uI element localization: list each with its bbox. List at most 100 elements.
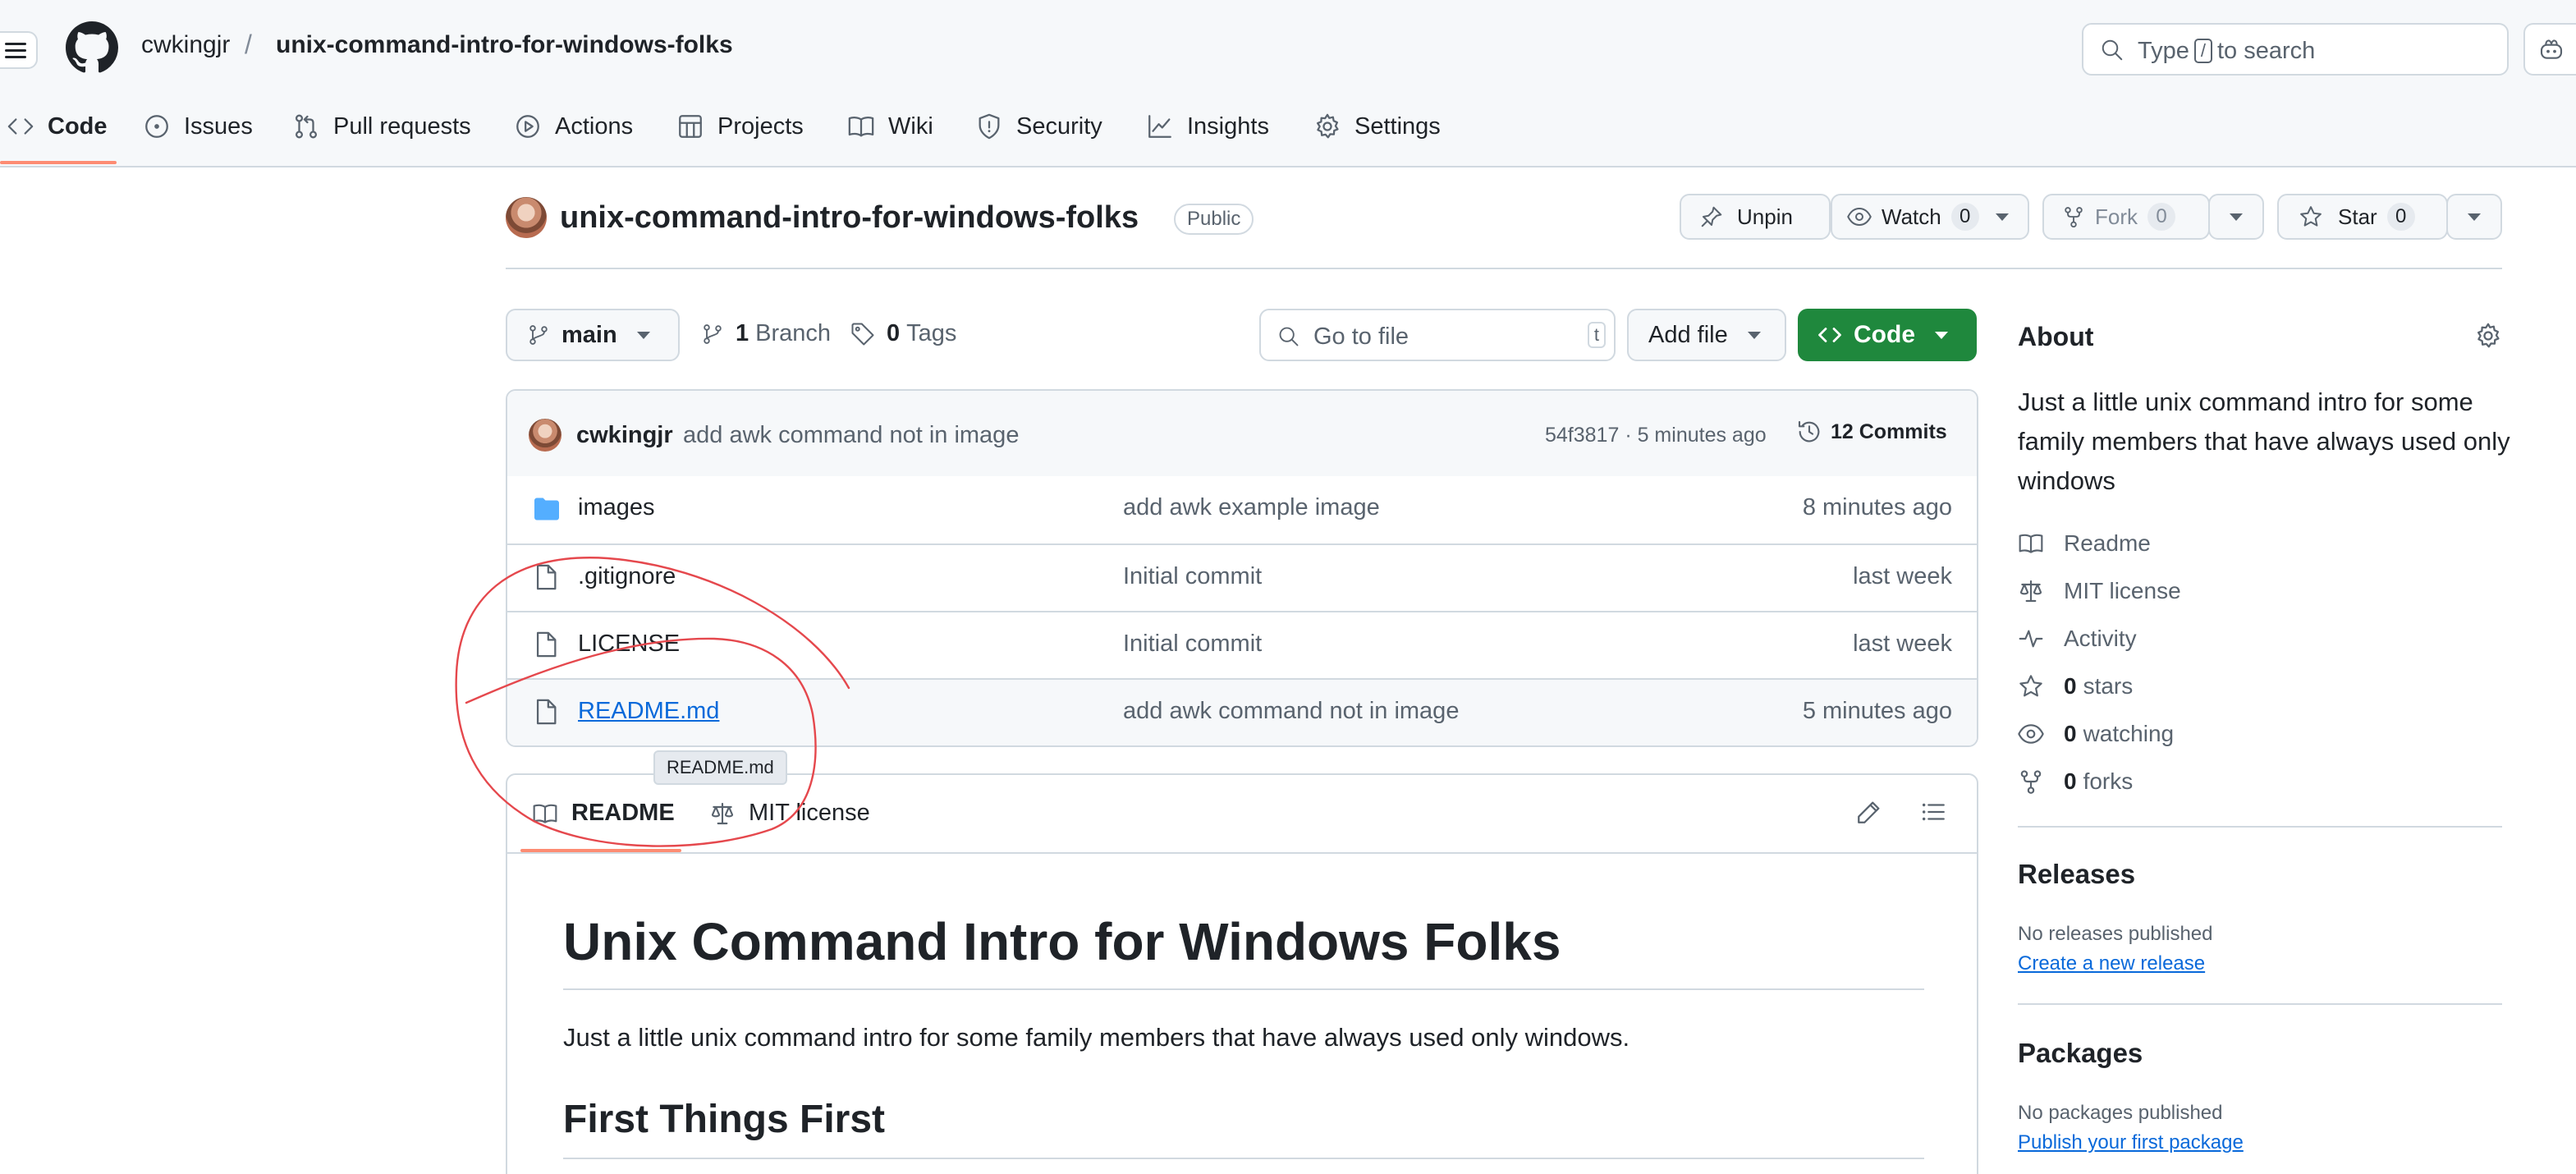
- commit-author-avatar[interactable]: [529, 419, 561, 452]
- forks-link[interactable]: 0 forks: [2018, 768, 2133, 795]
- file-commit-message[interactable]: add awk example image: [1123, 494, 1380, 521]
- tab-issues[interactable]: Issues: [143, 108, 253, 144]
- active-tab-indicator: [520, 849, 681, 852]
- commits-count: 12 Commits: [1831, 420, 1947, 443]
- file-name[interactable]: LICENSE: [578, 631, 680, 658]
- branch-selector[interactable]: main: [506, 309, 680, 361]
- tab-code[interactable]: Code: [7, 108, 108, 144]
- github-logo-icon[interactable]: [66, 21, 118, 74]
- tab-license[interactable]: MIT license: [709, 800, 870, 827]
- commit-sha-time[interactable]: 54f3817 · 5 minutes ago: [1545, 424, 1767, 447]
- commit-author[interactable]: cwkingjr: [576, 422, 673, 449]
- table-row[interactable]: .gitignore Initial commit last week: [507, 543, 1977, 611]
- owner-avatar[interactable]: [506, 197, 547, 238]
- branch-count: 1: [736, 320, 749, 346]
- file-date: 5 minutes ago: [1802, 698, 1952, 724]
- divider: [2018, 1003, 2502, 1005]
- stars-link[interactable]: 0 stars: [2018, 673, 2133, 699]
- tag-count: 0: [887, 320, 901, 346]
- activity-link[interactable]: Activity: [2018, 626, 2137, 652]
- tab-insights-label: Insights: [1187, 112, 1269, 140]
- tab-security[interactable]: Security: [975, 108, 1102, 144]
- activity-link-label: Activity: [2064, 626, 2137, 651]
- divider: [506, 268, 2502, 269]
- releases-heading[interactable]: Releases: [2018, 859, 2135, 890]
- tab-issues-label: Issues: [184, 112, 253, 140]
- tab-settings[interactable]: Settings: [1313, 108, 1441, 144]
- tab-projects-label: Projects: [717, 112, 804, 140]
- star-button[interactable]: Star 0: [2277, 194, 2448, 240]
- stars-count: 0: [2064, 673, 2077, 699]
- file-commit-message[interactable]: add awk command not in image: [1123, 698, 1459, 725]
- star-dropdown-button[interactable]: [2446, 194, 2502, 240]
- file-icon: [536, 564, 557, 590]
- table-row[interactable]: images add awk example image 8 minutes a…: [507, 476, 1977, 543]
- play-icon: [516, 115, 539, 138]
- tab-readme[interactable]: README: [532, 800, 675, 827]
- create-release-link[interactable]: Create a new release: [2018, 952, 2205, 975]
- fork-button[interactable]: Fork 0: [2042, 194, 2210, 240]
- watching-label: watching: [2083, 721, 2175, 746]
- license-link[interactable]: MIT license: [2018, 578, 2181, 604]
- file-name[interactable]: README.md: [578, 698, 719, 725]
- publish-package-link[interactable]: Publish your first package: [2018, 1131, 2244, 1154]
- tag-icon: [851, 323, 874, 345]
- folder-icon: [534, 498, 559, 521]
- breadcrumb-repo[interactable]: unix-command-intro-for-windows-folks: [276, 31, 733, 59]
- table-row[interactable]: README.md add awk command not in image 5…: [507, 678, 1977, 745]
- tab-wiki[interactable]: Wiki: [847, 108, 933, 144]
- branch-label: Branch: [755, 320, 832, 346]
- file-icon: [536, 631, 557, 658]
- tab-license-label: MIT license: [749, 800, 870, 826]
- search-icon: [1279, 327, 1299, 346]
- table-row[interactable]: LICENSE Initial commit last week: [507, 611, 1977, 678]
- divider: [563, 988, 1924, 990]
- breadcrumb-owner[interactable]: cwkingjr: [141, 31, 230, 59]
- tab-actions[interactable]: Actions: [514, 108, 633, 144]
- menu-button[interactable]: [0, 31, 38, 69]
- commits-link[interactable]: 12 Commits: [1796, 419, 1947, 445]
- gear-icon[interactable]: [2474, 322, 2502, 350]
- search-input[interactable]: Type / to search: [2082, 23, 2509, 76]
- readme-panel: README MIT license Unix Command Intro fo…: [506, 773, 1978, 1174]
- go-to-file-input[interactable]: Go to file t: [1259, 309, 1616, 361]
- stars-label: stars: [2083, 673, 2134, 699]
- pencil-icon[interactable]: [1855, 798, 1883, 826]
- pull-request-icon: [295, 114, 318, 139]
- breadcrumb-separator: /: [245, 30, 252, 59]
- tab-projects[interactable]: Projects: [676, 108, 804, 144]
- file-commit-message[interactable]: Initial commit: [1123, 631, 1262, 658]
- shield-icon: [979, 113, 1000, 140]
- fork-dropdown-button[interactable]: [2208, 194, 2264, 240]
- commit-message[interactable]: add awk command not in image: [683, 422, 1019, 449]
- star-icon: [2019, 675, 2042, 697]
- tab-pull-requests[interactable]: Pull requests: [292, 108, 471, 144]
- tab-insights[interactable]: Insights: [1146, 108, 1269, 144]
- file-commit-message[interactable]: Initial commit: [1123, 563, 1262, 590]
- tab-wiki-label: Wiki: [888, 112, 933, 140]
- repo-title[interactable]: unix-command-intro-for-windows-folks: [560, 200, 1139, 236]
- branch-name: main: [561, 321, 617, 348]
- file-name[interactable]: images: [578, 494, 655, 521]
- chevron-down-icon: [1747, 331, 1761, 339]
- tags-link[interactable]: 0 Tags: [850, 320, 956, 347]
- file-name[interactable]: .gitignore: [578, 563, 676, 590]
- table-icon: [679, 115, 702, 138]
- code-button[interactable]: Code: [1798, 309, 1977, 361]
- tab-security-label: Security: [1016, 112, 1102, 140]
- add-file-button[interactable]: Add file: [1627, 309, 1786, 361]
- readme-link[interactable]: Readme: [2018, 530, 2151, 557]
- watching-link[interactable]: 0 watching: [2018, 721, 2174, 747]
- divider: [2018, 826, 2502, 828]
- list-icon[interactable]: [1919, 798, 1947, 826]
- copilot-button[interactable]: [2523, 23, 2576, 76]
- readme-tabs: README MIT license: [507, 775, 1977, 854]
- chevron-down-icon: [636, 331, 650, 339]
- unpin-button[interactable]: Unpin: [1680, 194, 1831, 240]
- watch-button[interactable]: Watch 0: [1831, 194, 2029, 240]
- gear-icon: [1316, 113, 1339, 139]
- packages-heading[interactable]: Packages: [2018, 1038, 2143, 1069]
- visibility-badge: Public: [1174, 204, 1254, 235]
- branches-link[interactable]: 1 Branch: [701, 320, 831, 347]
- book-icon: [533, 804, 557, 823]
